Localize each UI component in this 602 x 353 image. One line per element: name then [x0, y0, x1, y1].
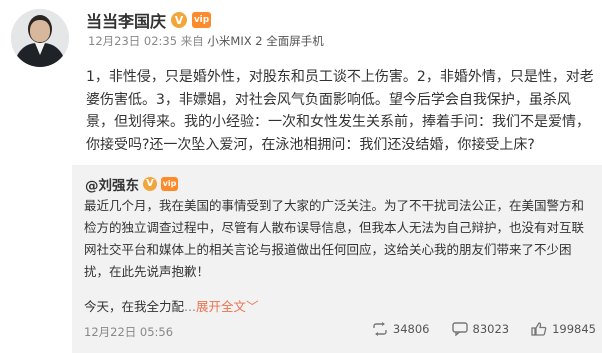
repost-text: 最近几个月，我在美国的事情受到了大家的广泛关注。为了不干扰司法公正，在美国警方和…	[84, 198, 585, 279]
source-prefix: 来自	[180, 34, 204, 48]
comment-icon	[451, 322, 468, 336]
repost-time[interactable]: 12月22日 05:56	[84, 324, 173, 340]
thumbs-up-icon	[531, 322, 547, 336]
verified-badge-icon: V	[171, 12, 188, 28]
vip-badge-icon: vip	[192, 12, 212, 28]
author-name[interactable]: 当当李国庆	[86, 8, 166, 32]
repost-count-button[interactable]: 34806	[372, 322, 430, 336]
repost-author-name[interactable]: @刘强东	[85, 174, 139, 194]
comment-count-button[interactable]: 83023	[451, 322, 510, 336]
chevron-down-icon: ﹀	[245, 299, 259, 314]
repost-verified-badge-icon: V	[143, 177, 157, 191]
comment-count: 83023	[472, 322, 510, 336]
repost-icon	[373, 322, 387, 336]
post-time[interactable]: 12月23日 02:35	[88, 34, 177, 48]
repost-excerpt: 今天，在我全力配	[84, 299, 185, 314]
reposted-weibo[interactable]: @刘强东 V vip 最近几个月，我在美国的事情受到了大家的广泛关注。为了不干扰…	[72, 165, 602, 353]
like-count-button[interactable]: 199845	[531, 322, 596, 336]
ellipsis: ...	[184, 299, 196, 314]
like-count: 199845	[552, 322, 596, 336]
expand-full-text-link[interactable]: 展开全文﹀	[196, 299, 259, 314]
repost-count: 34806	[392, 322, 430, 336]
post-text: 1，非性侵，只是婚外性，对股东和员工谈不上伤害。2，非婚外情，只是性，对老婆伤害…	[86, 69, 594, 153]
post-source[interactable]: 小米MIX 2 全面屏手机	[207, 34, 323, 48]
avatar[interactable]	[11, 9, 69, 67]
repost-vip-badge-icon: vip	[161, 177, 178, 191]
repost-excerpt-line: 今天，在我全力配...展开全文﹀	[84, 296, 596, 318]
weibo-post: 当当李国庆 V vip 12月23日 02:35 来自 小米MIX 2 全面屏手…	[0, 0, 602, 353]
repost-actions: 34806 83023 199845	[372, 322, 596, 336]
expand-label: 展开全文	[195, 299, 246, 314]
post-meta: 12月23日 02:35 来自 小米MIX 2 全面屏手机	[88, 33, 324, 49]
repost-author-row: @刘强东 V vip	[85, 174, 178, 194]
post-author-row: 当当李国庆 V vip	[86, 8, 212, 32]
